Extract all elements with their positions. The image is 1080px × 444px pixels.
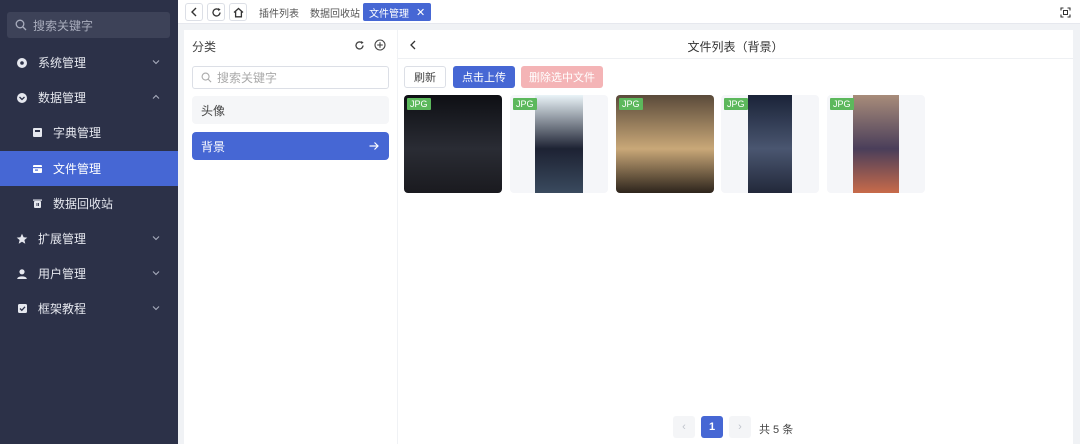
file-type-badge: JPG [513, 98, 537, 110]
tab-bar: 插件列表 数据回收站 文件管理 ✕ [178, 0, 1080, 24]
file-icon [30, 162, 44, 176]
chevron-down-icon [152, 60, 160, 65]
home-button[interactable] [229, 3, 247, 21]
tab-label: 数据回收站 [310, 8, 360, 20]
file-thumbnail[interactable]: JPG [616, 95, 714, 193]
category-item-label: 头像 [201, 103, 226, 118]
fullscreen-icon [1059, 6, 1071, 18]
search-icon [15, 19, 27, 31]
sidebar-item-system[interactable]: 系统管理 [0, 45, 178, 80]
sidebar-item-label: 框架教程 [38, 302, 87, 316]
file-thumbnail[interactable]: JPG [404, 95, 502, 193]
thumbnail-image [748, 95, 792, 193]
tab-plugins[interactable]: 插件列表 [255, 3, 303, 21]
file-panel: 文件列表（背景） 刷新 点击上传 删除选中文件 JPG JPG JPG JPG … [398, 30, 1073, 444]
category-item-background[interactable]: 背景 [192, 132, 389, 160]
category-search-placeholder: 搜索关键字 [217, 71, 278, 85]
category-add-button[interactable] [373, 38, 387, 52]
file-type-badge: JPG [830, 98, 854, 110]
plus-circle-icon [374, 39, 386, 51]
sidebar-item-files[interactable]: 文件管理 [0, 151, 178, 186]
user-icon [15, 267, 29, 281]
sidebar-item-data[interactable]: 数据管理 [0, 80, 178, 115]
file-thumbnail[interactable]: JPG [827, 95, 925, 193]
chevron-up-icon [152, 94, 160, 99]
divider [398, 58, 1073, 59]
sidebar-item-dictionary[interactable]: 字典管理 [0, 115, 178, 150]
chevron-down-icon [152, 236, 160, 241]
refresh-icon [211, 7, 221, 17]
sidebar-item-label: 扩展管理 [38, 232, 87, 246]
file-list-title: 文件列表（背景） [687, 40, 784, 54]
refresh-icon [354, 40, 364, 50]
pagination-prev-button[interactable]: ‹ [673, 416, 695, 438]
sidebar-item-label: 字典管理 [53, 126, 102, 140]
star-icon [15, 232, 29, 246]
sidebar: 搜索关键字 系统管理 数据管理 字典管理 文件管理 数据回收站 扩展管理 用户管… [0, 0, 178, 444]
trash-icon [30, 197, 44, 211]
thumbnail-image [535, 95, 583, 193]
sidebar-item-users[interactable]: 用户管理 [0, 256, 178, 291]
sidebar-item-label: 文件管理 [53, 162, 102, 176]
tab-recycle[interactable]: 数据回收站 [306, 3, 364, 21]
delete-selected-button[interactable]: 删除选中文件 [521, 66, 603, 88]
fullscreen-button[interactable] [1056, 3, 1074, 21]
home-icon [233, 7, 243, 17]
file-type-badge: JPG [724, 98, 748, 110]
database-icon [15, 91, 29, 105]
tab-label: 文件管理 [369, 8, 409, 20]
file-type-badge: JPG [407, 98, 431, 110]
sidebar-search-input[interactable]: 搜索关键字 [7, 12, 170, 38]
category-item-avatar[interactable]: 头像 [192, 96, 389, 124]
refresh-button[interactable]: 刷新 [404, 66, 446, 88]
file-type-badge: JPG [619, 98, 643, 110]
gear-icon [15, 56, 29, 70]
category-search-input[interactable]: 搜索关键字 [192, 66, 389, 89]
sidebar-item-label: 数据管理 [38, 91, 87, 105]
chevron-left-icon [191, 7, 197, 17]
search-icon [201, 72, 212, 83]
thumbnail-image [853, 95, 899, 193]
chevron-down-icon [152, 271, 160, 276]
sidebar-item-label: 数据回收站 [53, 197, 114, 211]
tab-files[interactable]: 文件管理 ✕ [363, 3, 432, 21]
sidebar-item-tutorial[interactable]: 框架教程 [0, 291, 178, 326]
checklist-icon [15, 302, 29, 316]
tab-label: 插件列表 [259, 8, 299, 20]
category-item-label: 背景 [201, 139, 226, 154]
book-icon [30, 126, 44, 140]
file-thumbnail[interactable]: JPG [721, 95, 819, 193]
sidebar-item-label: 系统管理 [38, 56, 87, 70]
sidebar-item-recycle[interactable]: 数据回收站 [0, 186, 178, 221]
category-title: 分类 [192, 40, 217, 54]
refresh-button[interactable] [207, 3, 225, 21]
close-icon[interactable]: ✕ [416, 6, 425, 19]
pagination-total: 共 5 条 [759, 424, 794, 436]
chevron-down-icon [152, 306, 160, 311]
sidebar-search-placeholder: 搜索关键字 [33, 18, 94, 33]
category-refresh-button[interactable] [352, 38, 366, 52]
back-button[interactable] [185, 3, 203, 21]
sidebar-item-extensions[interactable]: 扩展管理 [0, 221, 178, 256]
file-thumbnail[interactable]: JPG [510, 95, 608, 193]
category-panel: 分类 搜索关键字 头像 背景 [184, 30, 397, 444]
arrow-right-icon [369, 142, 379, 150]
pagination-next-button[interactable]: › [729, 416, 751, 438]
upload-button[interactable]: 点击上传 [453, 66, 515, 88]
sidebar-item-label: 用户管理 [38, 267, 87, 281]
pagination-page-current[interactable]: 1 [701, 416, 723, 438]
